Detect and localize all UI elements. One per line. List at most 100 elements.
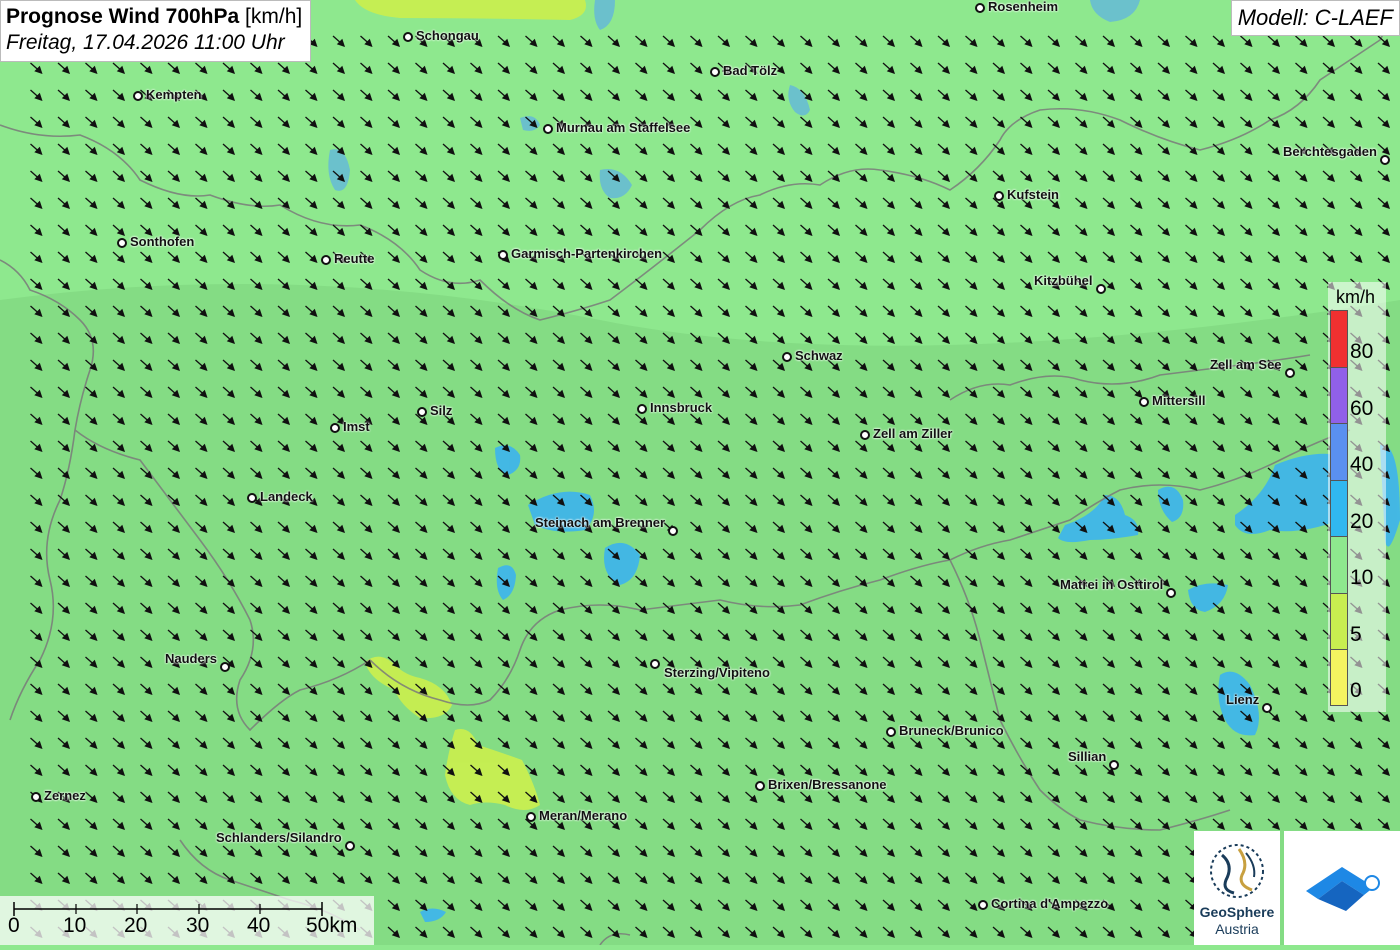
city-label: Zernez <box>44 788 86 803</box>
city-label: Bad Tölz <box>723 63 778 78</box>
city-label: Sillian <box>1068 749 1107 764</box>
city-marker <box>886 727 896 737</box>
legend-label: 0 <box>1350 679 1362 702</box>
city-marker <box>637 404 647 414</box>
city-marker <box>1109 760 1119 770</box>
city-label: Matrei in Osttirol <box>1060 577 1164 592</box>
geosphere-mark-icon <box>1210 844 1264 898</box>
city-marker <box>31 792 41 802</box>
city-label: Silz <box>430 403 453 418</box>
city-marker <box>498 250 508 260</box>
city-label: Berchtesgaden <box>1283 144 1377 159</box>
color-legend: km/h 80 60 40 20 10 5 0 <box>1328 282 1386 712</box>
legend-swatch <box>1330 366 1348 423</box>
city-marker <box>668 526 678 536</box>
city-label: Garmisch-Partenkirchen <box>511 246 663 261</box>
city-label: Mittersill <box>1152 393 1206 408</box>
legend-color-bar <box>1330 310 1348 706</box>
city-marker <box>345 841 355 851</box>
legend-swatch <box>1330 310 1348 367</box>
city-label: Bruneck/Brunico <box>899 723 1004 738</box>
legend-label: 80 <box>1350 340 1374 363</box>
city-marker <box>994 191 1004 201</box>
scale-label-30: 30 <box>186 914 210 937</box>
city-marker <box>417 407 427 417</box>
city-label: Brixen/Bressanone <box>768 777 887 792</box>
legend-label: 40 <box>1350 453 1374 476</box>
city-marker <box>133 91 143 101</box>
city-label: Nauders <box>165 651 218 666</box>
terrain-shading <box>0 284 1400 945</box>
city-marker <box>403 32 413 42</box>
legend-swatch <box>1330 536 1348 593</box>
scale-label-10: 10 <box>63 914 87 937</box>
forecast-date: Freitag, 17.04.2026 11:00 Uhr <box>6 31 285 54</box>
legend-swatch <box>1330 423 1348 480</box>
city-label: Cortina d'Ampezzo <box>991 896 1109 911</box>
city-marker <box>543 124 553 134</box>
city-label: Zell am See <box>1210 357 1282 372</box>
city-label: Schlanders/Silandro <box>216 830 342 845</box>
cloud-arrow-icon <box>1306 867 1380 911</box>
city-marker <box>782 352 792 362</box>
city-marker <box>710 67 720 77</box>
geosphere-country: Austria <box>1215 921 1259 937</box>
title-unit: [km/h] <box>245 5 303 28</box>
city-label: Lienz <box>1226 692 1260 707</box>
legend-swatch <box>1330 592 1348 649</box>
city-marker <box>860 430 870 440</box>
scale-bar: 0 10 20 30 40 50km <box>0 896 374 945</box>
legend-label: 10 <box>1350 566 1374 589</box>
city-label: Meran/Merano <box>539 808 628 823</box>
city-marker <box>1166 588 1176 598</box>
scale-label-20: 20 <box>124 914 148 937</box>
legend-swatch <box>1330 479 1348 536</box>
city-label: Schwaz <box>795 348 843 363</box>
city-label: Kempten <box>146 87 202 102</box>
city-label: Murnau am Staffelsee <box>556 120 691 135</box>
wind-map[interactable] <box>0 0 1400 945</box>
city-marker <box>755 781 765 791</box>
city-label: Sonthofen <box>130 234 195 249</box>
city-marker <box>975 3 985 13</box>
map-title: Prognose Wind 700hPa [km/h] <box>6 5 302 29</box>
city-marker <box>247 493 257 503</box>
model-label: Modell: C-LAEF <box>1230 0 1400 36</box>
city-label: Kufstein <box>1007 187 1059 202</box>
scale-label-40: 40 <box>247 914 271 937</box>
scale-label-0: 0 <box>8 914 20 937</box>
city-label: Reutte <box>334 251 375 266</box>
city-label: Landeck <box>260 489 313 504</box>
city-marker <box>1380 155 1390 165</box>
city-marker <box>220 662 230 672</box>
geosphere-logo[interactable]: GeoSphere Austria <box>1194 831 1280 945</box>
city-marker <box>978 900 988 910</box>
weather-app-logo[interactable] <box>1284 831 1400 945</box>
city-label: Steinach am Brenner <box>535 515 666 530</box>
legend-label: 20 <box>1350 509 1374 533</box>
legend-label: 60 <box>1350 396 1374 420</box>
city-label: Zell am Ziller <box>873 426 953 441</box>
city-marker <box>1139 397 1149 407</box>
city-label: Rosenheim <box>988 0 1059 14</box>
city-label: Schongau <box>416 28 479 43</box>
city-label: Sterzing/Vipiteno <box>664 665 770 680</box>
city-marker <box>1262 703 1272 713</box>
legend-label: 5 <box>1350 622 1362 646</box>
city-marker <box>526 812 536 822</box>
city-marker <box>321 255 331 265</box>
city-marker <box>1285 368 1295 378</box>
city-marker <box>330 423 340 433</box>
scale-label-50: 50km <box>306 914 358 937</box>
city-label: Innsbruck <box>650 400 713 415</box>
city-marker <box>1096 284 1106 294</box>
city-marker <box>117 238 127 248</box>
city-label: Imst <box>343 419 370 434</box>
city-label: Kitzbühel <box>1034 273 1093 288</box>
city-marker <box>650 659 660 669</box>
legend-swatch <box>1330 649 1348 706</box>
geosphere-name: GeoSphere <box>1199 904 1275 920</box>
map-title-box: Prognose Wind 700hPa [km/h] Freitag, 17.… <box>0 0 312 62</box>
legend-unit: km/h <box>1336 287 1376 307</box>
title-main: Prognose Wind 700hPa <box>6 5 240 28</box>
